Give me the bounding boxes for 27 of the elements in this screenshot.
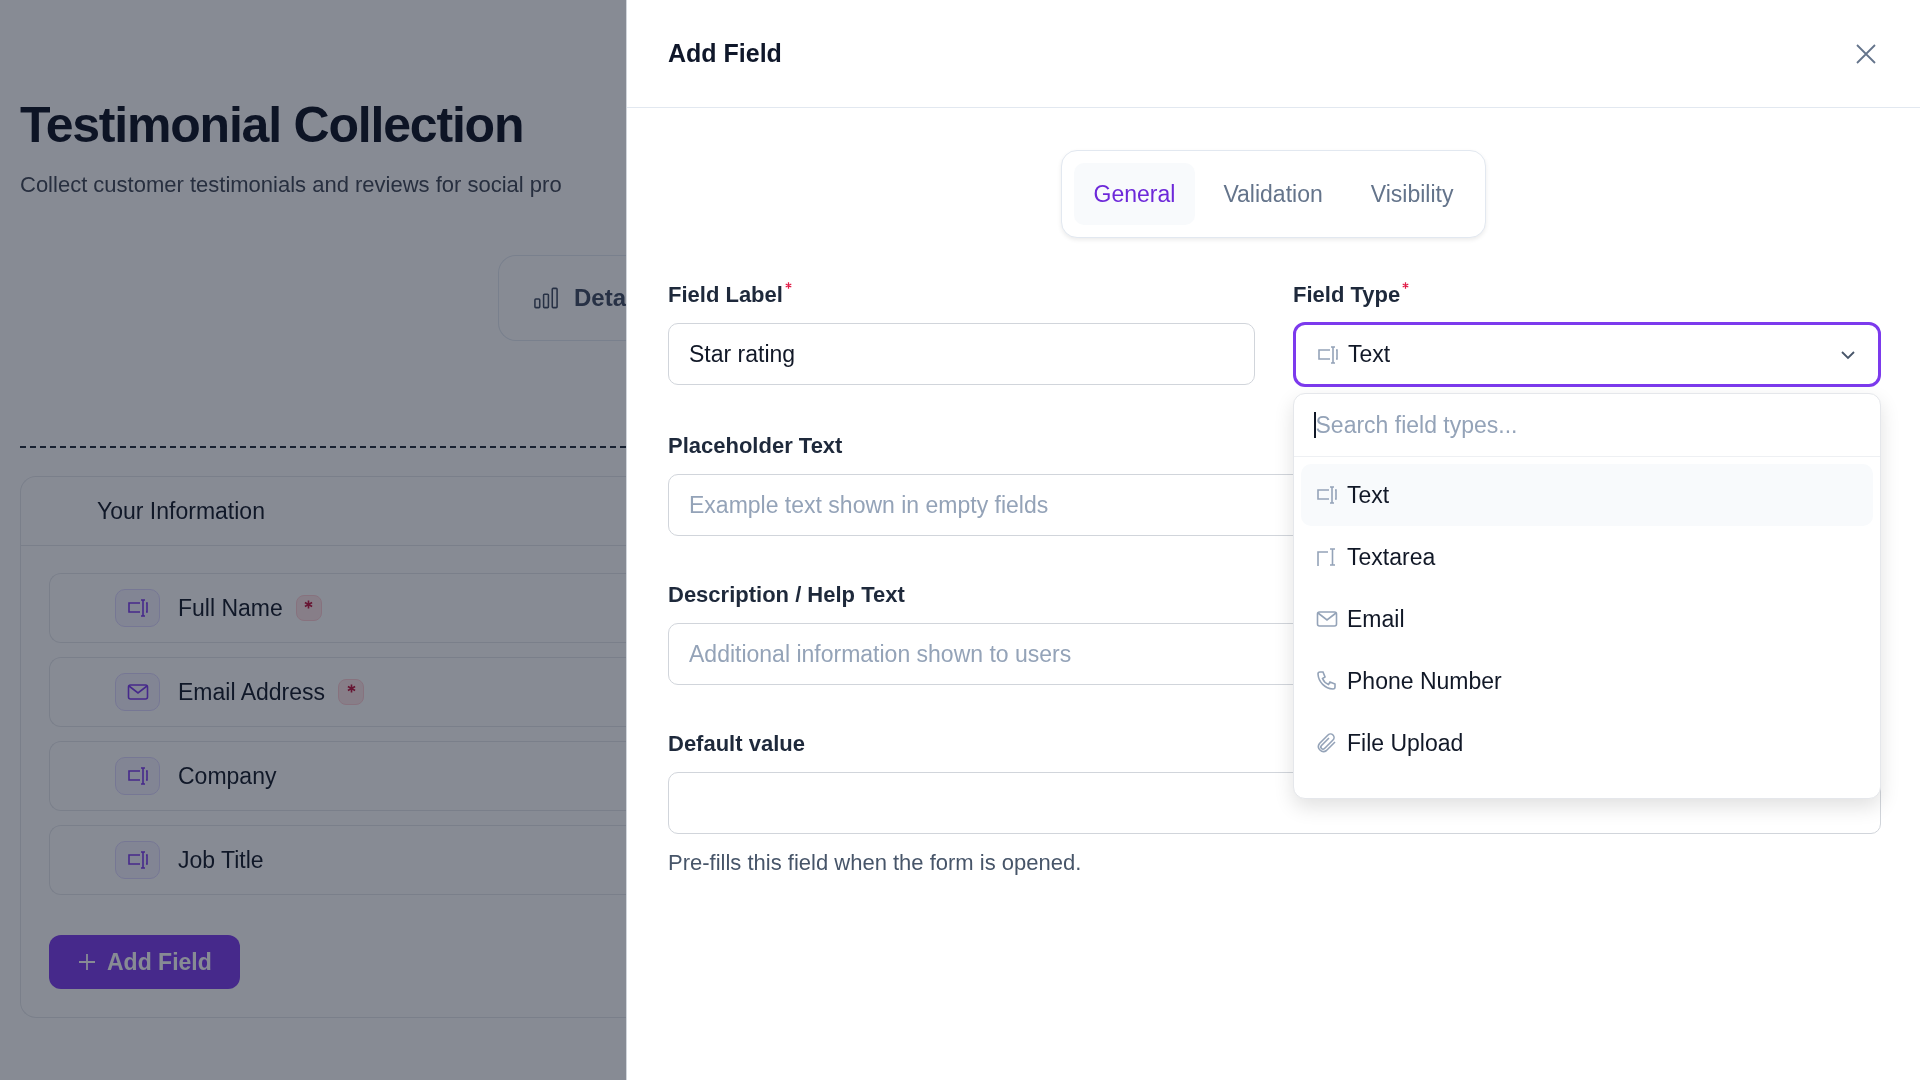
tab[interactable]: Visibility [1350,163,1474,225]
add-field-button[interactable]: Add Field [49,935,240,989]
field-name: Company [178,762,277,790]
dropdown-option[interactable]: Text [1301,464,1873,526]
help-text: Pre-fills this field when the form is opened. [668,850,1083,876]
field-label: Description / Help Text [668,582,905,608]
field-label: Placeholder Text [668,433,843,459]
field-row[interactable]: Company [49,741,626,811]
field-type-select[interactable]: Text [1293,322,1881,387]
field-name: Full Name [178,594,283,622]
section-title: Your Information [97,497,265,525]
details-button[interactable]: Deta [498,255,626,341]
field-row[interactable]: Full Name [49,573,626,643]
panel-title: Add Field [668,39,782,68]
page-title: Testimonial Collection [20,96,525,155]
field-label: Field Type [1293,282,1401,308]
field-row[interactable]: Job Title [49,825,626,895]
tab[interactable]: General [1073,163,1196,225]
page-subtitle: Collect customer testimonials and reviews for social pro [20,171,563,199]
tab[interactable]: Validation [1203,163,1343,225]
dropdown-option[interactable]: File Upload [1301,712,1873,774]
field-label: Default value [668,731,805,757]
field-name: Email Address [178,678,325,706]
field-label: Field Label [668,282,783,308]
field-label-input[interactable]: Star rating [668,323,1255,385]
field-row[interactable]: Email Address [49,657,626,727]
field-name: Job Title [178,846,264,874]
